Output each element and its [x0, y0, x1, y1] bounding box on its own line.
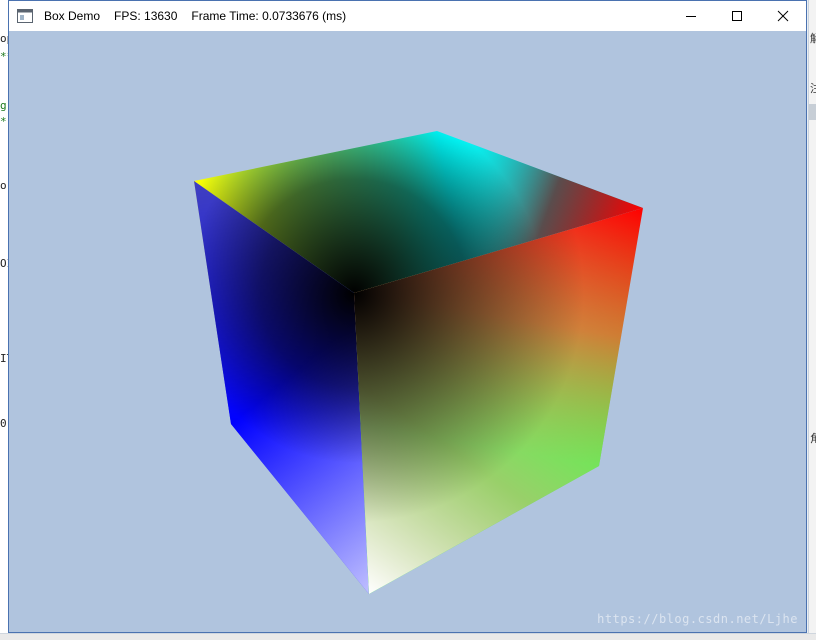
- title-bar[interactable]: Box Demo FPS: 13630 Frame Time: 0.0733676 …: [9, 1, 806, 31]
- maximize-icon: [732, 11, 742, 21]
- render-viewport[interactable]: https://blog.csdn.net/Ljhe: [9, 31, 806, 632]
- maximize-button[interactable]: [714, 1, 760, 31]
- background-editor-right: 解 注 角: [808, 0, 816, 639]
- editor-fragment: 0: [0, 417, 7, 430]
- editor-fragment: *: [0, 115, 7, 128]
- close-icon: [777, 10, 789, 22]
- editor-fragment: g: [0, 99, 7, 112]
- fps-readout: FPS: 13630: [114, 9, 178, 23]
- rgb-cube-render: [194, 131, 643, 594]
- app-window-icon: [17, 9, 33, 23]
- window-controls: [668, 1, 806, 31]
- window-title-name: Box Demo: [44, 9, 101, 23]
- editor-fragment: 解: [810, 33, 816, 45]
- watermark-text: https://blog.csdn.net/Ljhe: [597, 612, 798, 626]
- editor-fragment: 注: [810, 83, 816, 95]
- editor-fragment: o: [0, 179, 7, 192]
- window-title: Box Demo FPS: 13630 Frame Time: 0.0733676 …: [44, 1, 346, 31]
- close-button[interactable]: [760, 1, 806, 31]
- frame-time-readout: Frame Time: 0.0733676 (ms): [191, 9, 347, 23]
- minimize-button[interactable]: [668, 1, 714, 31]
- minimize-icon: [686, 16, 696, 17]
- box-demo-window: Box Demo FPS: 13630 Frame Time: 0.0733676 …: [8, 0, 807, 633]
- editor-scroll-segment: [809, 104, 816, 120]
- editor-fragment: 角: [810, 433, 816, 445]
